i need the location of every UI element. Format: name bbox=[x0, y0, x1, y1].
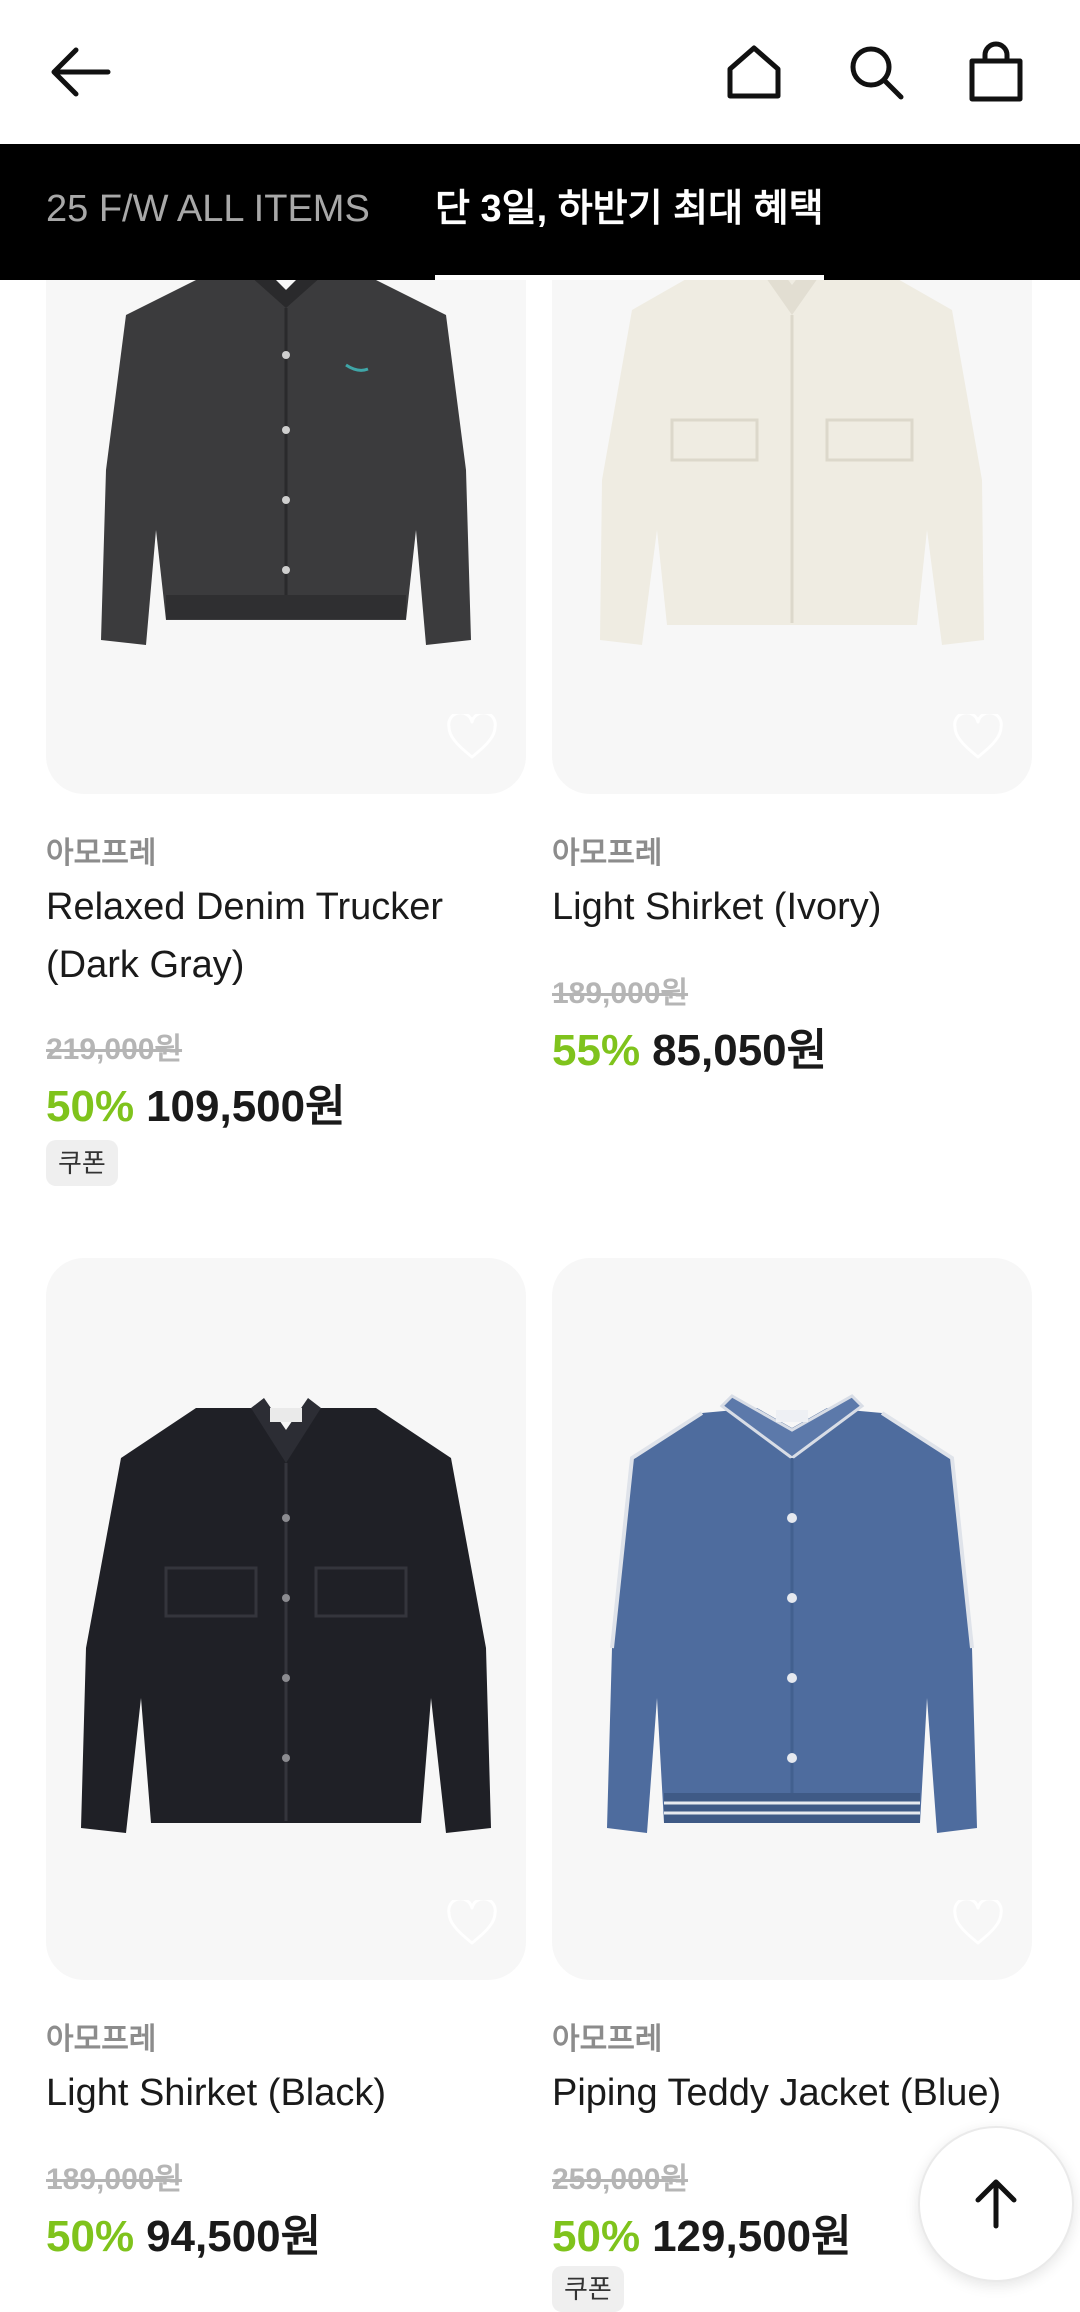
original-price: 189,000원 bbox=[552, 977, 689, 1010]
tab-label: 25 F/W ALL ITEMS bbox=[46, 188, 370, 230]
price-line: 50% 94,500원 bbox=[46, 2200, 321, 2264]
scroll-to-top-button[interactable] bbox=[918, 2126, 1074, 2282]
wishlist-heart-icon[interactable] bbox=[446, 1900, 498, 1946]
back-arrow-icon[interactable] bbox=[44, 36, 116, 108]
wishlist-heart-icon[interactable] bbox=[952, 714, 1004, 760]
shopping-bag-icon[interactable] bbox=[960, 36, 1032, 108]
blue-teddy-jacket-image bbox=[607, 1394, 977, 1833]
active-tab-indicator bbox=[435, 275, 824, 280]
wishlist-heart-icon[interactable] bbox=[952, 1900, 1004, 1946]
sale-price: 85,050원 bbox=[652, 1026, 828, 1075]
original-price: 189,000원 bbox=[46, 2163, 183, 2196]
wishlist-heart-icon[interactable] bbox=[446, 714, 498, 760]
discount-rate: 55% bbox=[552, 1026, 641, 1075]
coupon-badge: 쿠폰 bbox=[552, 2266, 624, 2312]
search-icon[interactable] bbox=[840, 36, 912, 108]
product-name[interactable]: Piping Teddy Jacket (Blue) bbox=[552, 2064, 1032, 2122]
original-price: 259,000원 bbox=[552, 2163, 689, 2196]
category-tab-bar: 25 F/W ALL ITEMS 단 3일, 하반기 최대 혜택 bbox=[0, 144, 1080, 280]
black-shirt-jacket-image bbox=[81, 1398, 491, 1833]
product-name[interactable]: Light Shirket (Black) bbox=[46, 2064, 526, 2122]
brand-name: 아모프레 bbox=[46, 2023, 157, 2056]
coupon-badge: 쿠폰 bbox=[46, 1140, 118, 1186]
price-line: 50% 109,500원 bbox=[46, 1070, 346, 1134]
brand-name: 아모프레 bbox=[552, 837, 663, 870]
product-name[interactable]: Relaxed Denim Trucker (Dark Gray) bbox=[46, 878, 526, 994]
tab-promotion[interactable]: 단 3일, 하반기 최대 혜택 bbox=[435, 144, 824, 280]
product-image[interactable] bbox=[46, 1258, 526, 1980]
sale-price: 94,500원 bbox=[146, 2212, 322, 2261]
brand-name: 아모프레 bbox=[46, 837, 157, 870]
arrow-up-icon bbox=[975, 2179, 1017, 2229]
sale-price: 129,500원 bbox=[652, 2212, 852, 2261]
discount-rate: 50% bbox=[552, 2212, 641, 2261]
sale-price: 109,500원 bbox=[146, 1082, 346, 1131]
brand-name: 아모프레 bbox=[552, 2023, 663, 2056]
home-icon[interactable] bbox=[718, 36, 790, 108]
tab-all-items[interactable]: 25 F/W ALL ITEMS bbox=[46, 144, 370, 280]
discount-rate: 50% bbox=[46, 2212, 135, 2261]
product-name[interactable]: Light Shirket (Ivory) bbox=[552, 878, 1032, 936]
top-app-bar bbox=[0, 0, 1080, 144]
price-line: 50% 129,500원 bbox=[552, 2200, 852, 2264]
tab-label: 단 3일, 하반기 최대 혜택 bbox=[435, 188, 824, 230]
discount-rate: 50% bbox=[46, 1082, 135, 1131]
price-line: 55% 85,050원 bbox=[552, 1014, 827, 1078]
product-image[interactable] bbox=[552, 1258, 1032, 1980]
original-price: 219,000원 bbox=[46, 1033, 183, 1066]
